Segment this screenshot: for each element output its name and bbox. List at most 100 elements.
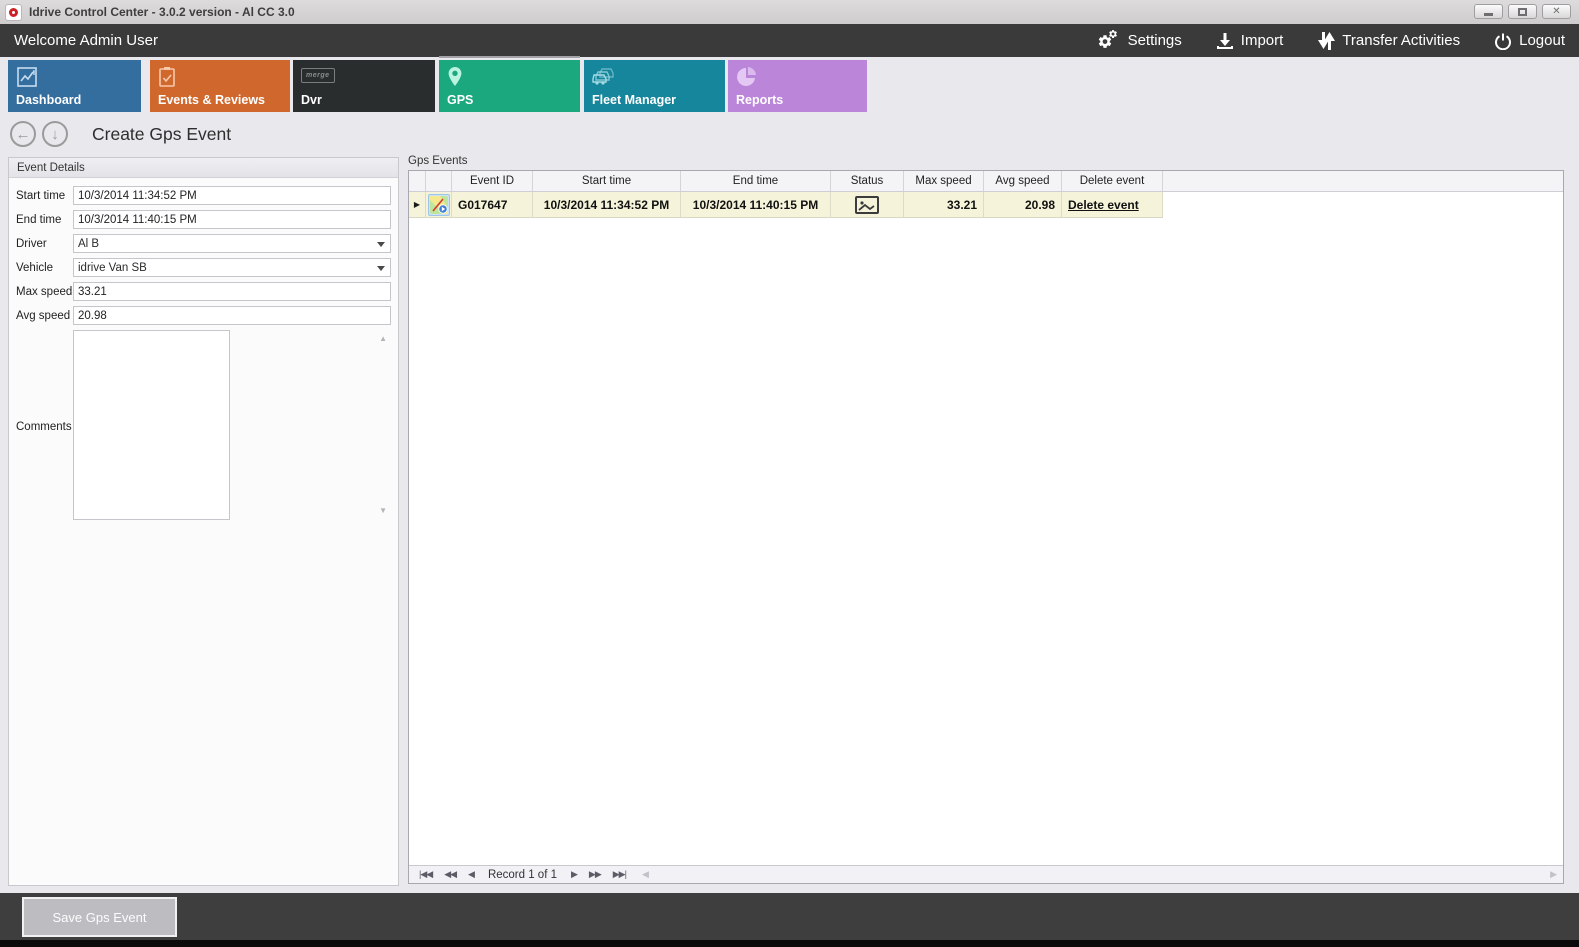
- header-delete-event[interactable]: Delete event: [1062, 171, 1163, 191]
- logout-button[interactable]: Logout: [1494, 32, 1565, 50]
- gears-icon: [1097, 30, 1121, 52]
- minimize-icon: [1484, 13, 1493, 16]
- row-indicator: ▶: [409, 192, 426, 218]
- event-details-header: Event Details: [9, 158, 398, 178]
- table-row[interactable]: ▶ G017647 10/3/2014 11:34:52 PM 10/3/201…: [409, 192, 1563, 218]
- grid-empty-area: [409, 218, 1563, 865]
- max-speed-field[interactable]: [73, 282, 391, 301]
- back-button[interactable]: ←: [10, 121, 36, 147]
- fleet-icon: [592, 66, 622, 86]
- down-arrow-icon: ↓: [51, 126, 59, 143]
- header-event-id[interactable]: Event ID: [452, 171, 533, 191]
- transfer-activities-button[interactable]: Transfer Activities: [1317, 31, 1460, 51]
- hscroll-right-icon[interactable]: ▶: [1550, 869, 1557, 880]
- tab-dvr[interactable]: merge Dvr: [293, 60, 435, 112]
- tab-reports-label: Reports: [736, 93, 783, 107]
- minimize-button[interactable]: [1474, 4, 1503, 19]
- driver-value: Al B: [78, 238, 99, 250]
- pie-chart-icon: [736, 66, 758, 88]
- cell-end-time: 10/3/2014 11:40:15 PM: [681, 192, 831, 218]
- settings-label: Settings: [1128, 32, 1182, 49]
- delete-event-link[interactable]: Delete event: [1068, 198, 1139, 212]
- gps-events-title: Gps Events: [408, 155, 467, 167]
- maximize-button[interactable]: [1508, 4, 1537, 19]
- window-title: Idrive Control Center - 3.0.2 version - …: [29, 5, 295, 19]
- tab-fleet-manager-label: Fleet Manager: [592, 93, 676, 107]
- clipboard-check-icon: [158, 66, 176, 88]
- pager-record-text: Record 1 of 1: [488, 869, 557, 881]
- transfer-icon: [1317, 31, 1335, 51]
- header-status[interactable]: Status: [831, 171, 904, 191]
- power-icon: [1494, 32, 1512, 50]
- row-map-cell[interactable]: [426, 192, 452, 218]
- title-bar: Idrive Control Center - 3.0.2 version - …: [0, 0, 1579, 24]
- avg-speed-field[interactable]: [73, 306, 391, 325]
- breadcrumb: ← ↓ Create Gps Event: [10, 120, 231, 148]
- import-button[interactable]: Import: [1216, 32, 1284, 50]
- settings-button[interactable]: Settings: [1097, 30, 1182, 52]
- end-time-label: End time: [16, 214, 73, 226]
- header-end-time[interactable]: End time: [681, 171, 831, 191]
- bottom-bar: Save Gps Event: [0, 893, 1579, 940]
- driver-dropdown[interactable]: Al B: [73, 234, 391, 253]
- comments-label: Comments: [16, 421, 73, 433]
- cell-event-id: G017647: [452, 192, 533, 218]
- welcome-text: Welcome Admin User: [14, 32, 158, 49]
- vehicle-value: idrive Van SB: [78, 262, 147, 274]
- tab-dashboard-label: Dashboard: [16, 93, 81, 107]
- header-icon: [426, 171, 452, 191]
- page-title: Create Gps Event: [92, 124, 231, 145]
- close-icon: ✕: [1552, 7, 1560, 17]
- pager-last-button[interactable]: ▶▶|: [613, 869, 626, 880]
- comments-field[interactable]: [73, 330, 230, 520]
- pager-prev-button[interactable]: ◀: [468, 869, 474, 880]
- hscroll-left-icon[interactable]: ◀: [642, 869, 648, 880]
- pager-next-page-button[interactable]: ▶▶: [589, 869, 601, 880]
- tab-events-reviews[interactable]: Events & Reviews: [150, 60, 290, 112]
- event-details-panel: Event Details Start time End time Driver…: [8, 157, 399, 886]
- tab-fleet-manager[interactable]: Fleet Manager: [584, 60, 725, 112]
- row-arrow-icon: ▶: [414, 200, 420, 209]
- header-max-speed[interactable]: Max speed: [904, 171, 984, 191]
- grid-header-row: Event ID Start time End time Status Max …: [409, 171, 1563, 192]
- vehicle-dropdown[interactable]: idrive Van SB: [73, 258, 391, 277]
- cell-max-speed: 33.21: [904, 192, 984, 218]
- map-route-icon[interactable]: [428, 194, 450, 216]
- maximize-icon: [1518, 8, 1527, 16]
- grid-pager: |◀◀ ◀◀ ◀ Record 1 of 1 ▶ ▶▶ ▶▶| ◀ ▶: [409, 865, 1563, 883]
- header-start-time[interactable]: Start time: [533, 171, 681, 191]
- image-icon[interactable]: [855, 196, 879, 214]
- close-button[interactable]: ✕: [1542, 4, 1571, 19]
- end-time-field[interactable]: [73, 210, 391, 229]
- merge-badge-icon: merge: [301, 66, 335, 80]
- header-indicator: [409, 171, 426, 191]
- header-avg-speed[interactable]: Avg speed: [984, 171, 1062, 191]
- pager-next-button[interactable]: ▶: [571, 869, 577, 880]
- down-button[interactable]: ↓: [42, 121, 68, 147]
- pager-first-button[interactable]: |◀◀: [419, 869, 432, 880]
- pager-prev-page-button[interactable]: ◀◀: [444, 869, 456, 880]
- tab-events-reviews-label: Events & Reviews: [158, 93, 265, 107]
- back-arrow-icon: ←: [16, 126, 31, 143]
- driver-label: Driver: [16, 238, 73, 250]
- vehicle-label: Vehicle: [16, 262, 73, 274]
- cell-status[interactable]: [831, 192, 904, 218]
- start-time-field[interactable]: [73, 186, 391, 205]
- header-filler: [1163, 171, 1563, 191]
- import-icon: [1216, 32, 1234, 50]
- tab-reports[interactable]: Reports: [728, 60, 867, 112]
- cell-start-time: 10/3/2014 11:34:52 PM: [533, 192, 681, 218]
- cell-delete-event[interactable]: Delete event: [1062, 192, 1163, 218]
- transfer-activities-label: Transfer Activities: [1342, 32, 1460, 49]
- scroll-down-icon[interactable]: ▼: [379, 506, 387, 515]
- tab-dashboard[interactable]: Dashboard: [8, 60, 141, 112]
- gps-events-grid: Event ID Start time End time Status Max …: [408, 170, 1564, 884]
- tab-gps[interactable]: GPS: [439, 60, 580, 112]
- import-label: Import: [1241, 32, 1284, 49]
- save-gps-event-button[interactable]: Save Gps Event: [22, 897, 177, 937]
- scroll-up-icon[interactable]: ▲: [379, 334, 387, 343]
- max-speed-label: Max speed: [16, 286, 73, 298]
- chevron-down-icon: [377, 242, 385, 247]
- cell-avg-speed: 20.98: [984, 192, 1062, 218]
- bottom-edge: [0, 940, 1579, 947]
